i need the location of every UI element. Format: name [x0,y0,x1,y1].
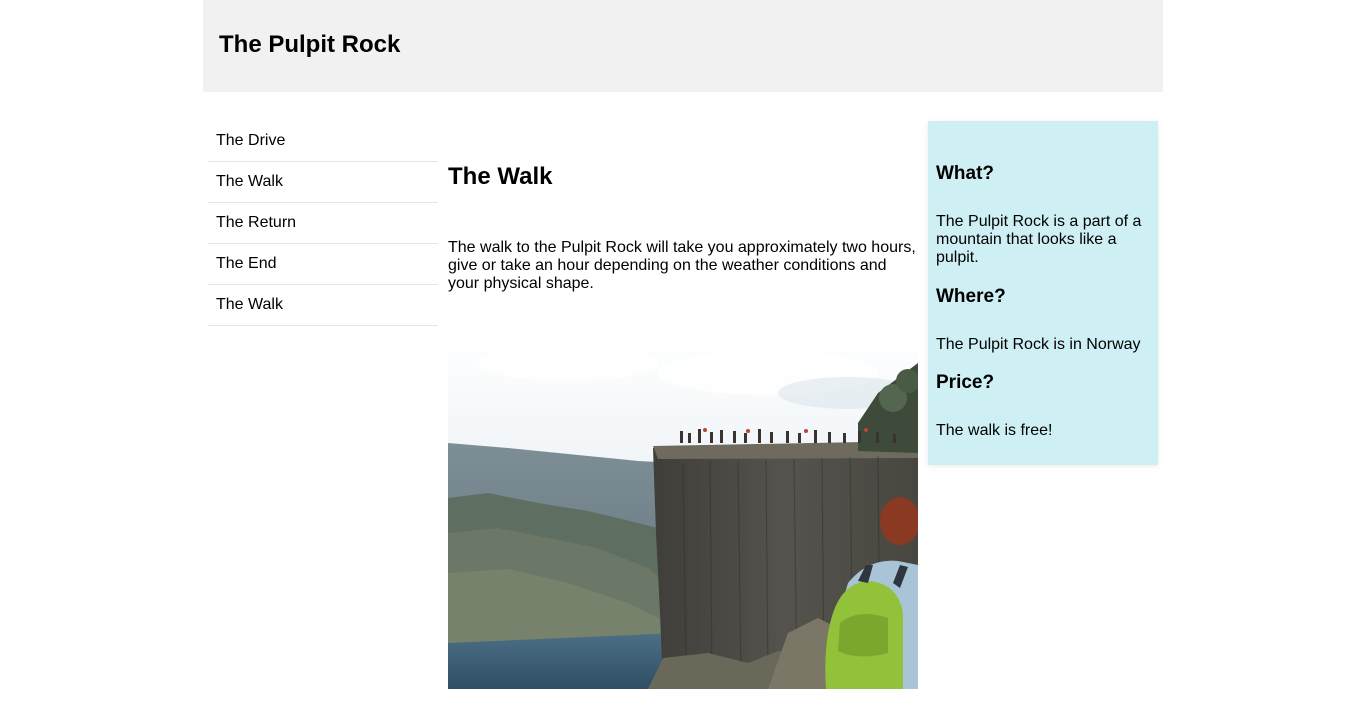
menu-item-the-end[interactable]: The End [208,244,438,285]
aside-heading-price: Price? [936,372,995,393]
main-paragraph: The walk to the Pulpit Rock will take yo… [448,239,916,292]
page-title: The Pulpit Rock [219,31,401,58]
aside-heading-where: Where? [936,286,1006,307]
aside-text-what: The Pulpit Rock is a part of a mountain … [936,213,1142,266]
photo-illustration [448,333,918,689]
aside-text-price: The walk is free! [936,422,1053,439]
info-aside: What? The Pulpit Rock is a part of a mou… [928,121,1158,465]
page: The Pulpit Rock The Drive The Walk The R… [0,0,1366,725]
menu-item-the-return[interactable]: The Return [208,203,438,244]
menu-item-the-walk[interactable]: The Walk [208,162,438,203]
menu-item-the-walk-2[interactable]: The Walk [208,285,438,326]
menu-item-the-drive[interactable]: The Drive [208,121,438,162]
aside-heading-what: What? [936,163,995,184]
page-header: The Pulpit Rock [203,0,1163,92]
aside-text-where: The Pulpit Rock is in Norway [936,336,1141,353]
side-menu: The Drive The Walk The Return The End Th… [208,121,438,326]
pulpit-rock-photo [448,333,918,689]
main-heading: The Walk [448,163,553,190]
